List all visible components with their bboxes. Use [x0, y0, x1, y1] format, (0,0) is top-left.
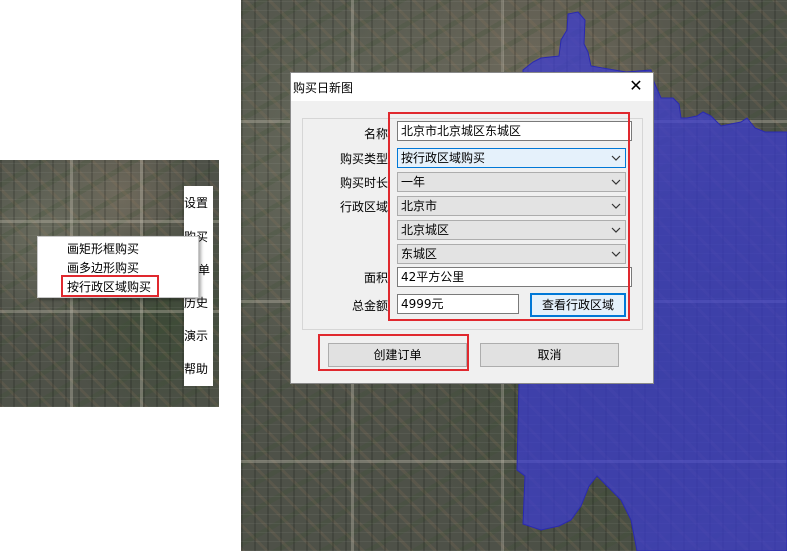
chevron-down-icon — [611, 179, 621, 185]
duration-select[interactable]: 一年 — [397, 172, 626, 192]
province-value: 北京市 — [401, 199, 438, 213]
city-select[interactable]: 北京城区 — [397, 220, 626, 240]
menu-item-by-admin-region[interactable]: 按行政区域购买 — [67, 278, 151, 296]
menu-item-draw-rectangle[interactable]: 画矩形框购买 — [67, 240, 139, 258]
name-input[interactable] — [397, 121, 632, 141]
context-menu: 画矩形框购买 画多边形购买 按行政区域购买 — [37, 236, 199, 298]
chevron-down-icon — [611, 155, 621, 161]
toolbar-tab-settings[interactable]: 设置 — [184, 190, 213, 216]
total-label: 总金额 — [351, 299, 388, 313]
purchase-dialog: 购买日新图 ✕ 名称 购买类型 购买时长 行政区域 面积 总金额 按行政区域购买… — [290, 72, 654, 384]
cancel-button[interactable]: 取消 — [480, 343, 619, 367]
chevron-down-icon — [611, 227, 621, 233]
create-order-button[interactable]: 创建订单 — [328, 343, 467, 367]
purchase-type-value: 按行政区域购买 — [401, 151, 486, 165]
duration-label: 购买时长 — [339, 176, 388, 190]
area-label: 面积 — [363, 271, 388, 285]
toolbar-tab-demo[interactable]: 演示 — [184, 323, 213, 349]
menu-item-draw-polygon[interactable]: 画多边形购买 — [67, 259, 139, 277]
total-amount-field — [397, 294, 519, 314]
view-region-button[interactable]: 查看行政区域 — [530, 293, 626, 317]
chevron-down-icon — [611, 251, 621, 257]
area-field — [397, 267, 632, 287]
district-select[interactable]: 东城区 — [397, 244, 626, 264]
name-label: 名称 — [363, 127, 388, 141]
district-value: 东城区 — [401, 247, 438, 261]
province-select[interactable]: 北京市 — [397, 196, 626, 216]
region-label: 行政区域 — [339, 200, 388, 214]
city-value: 北京城区 — [401, 223, 450, 237]
purchase-type-select[interactable]: 按行政区域购买 — [397, 148, 626, 168]
close-icon[interactable]: ✕ — [627, 77, 645, 95]
label-column: 名称 购买类型 购买时长 行政区域 面积 总金额 — [291, 73, 388, 383]
chevron-down-icon — [611, 203, 621, 209]
toolbar-tab-help[interactable]: 帮助 — [184, 356, 213, 382]
duration-value: 一年 — [401, 175, 426, 189]
purchase-type-label: 购买类型 — [339, 152, 388, 166]
